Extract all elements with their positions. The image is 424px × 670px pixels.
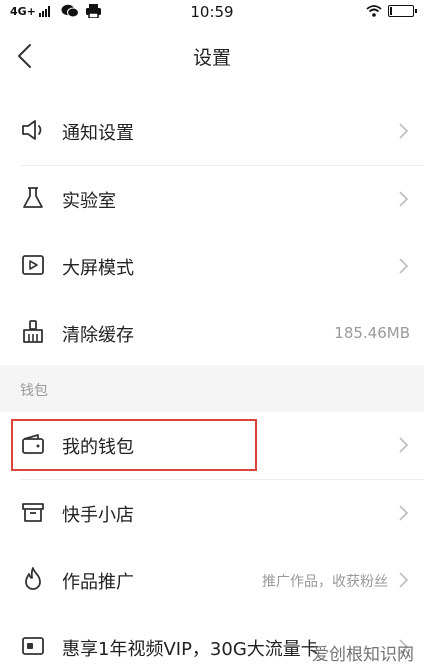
settings-item-notifications[interactable]: 通知设置 bbox=[0, 98, 424, 165]
chevron-right-icon bbox=[399, 437, 409, 453]
play-screen-icon bbox=[22, 255, 44, 275]
chevron-right-icon bbox=[399, 258, 409, 274]
settings-item-label: 作品推广 bbox=[62, 572, 134, 593]
settings-item-lab[interactable]: 实验室 bbox=[0, 166, 424, 233]
chevron-right-icon bbox=[399, 505, 409, 521]
settings-item-label: 实验室 bbox=[62, 191, 116, 212]
page-title: 设置 bbox=[192, 47, 231, 69]
flask-icon bbox=[23, 187, 43, 208]
settings-item-label: 清除缓存 bbox=[62, 325, 134, 346]
settings-item-clear-cache[interactable]: 清除缓存 185.46MB bbox=[0, 300, 424, 367]
card-icon bbox=[22, 637, 44, 655]
chevron-right-icon bbox=[399, 191, 409, 207]
cache-size-value: 185.46MB bbox=[334, 324, 410, 342]
chevron-right-icon bbox=[399, 123, 409, 139]
wallet-icon bbox=[22, 434, 44, 454]
status-bar: 4G+ 10:59 bbox=[0, 0, 424, 24]
settings-item-label: 我的钱包 bbox=[62, 437, 134, 458]
settings-item-large-screen[interactable]: 大屏模式 bbox=[0, 233, 424, 300]
settings-item-label: 通知设置 bbox=[62, 123, 134, 144]
chevron-right-icon bbox=[399, 572, 409, 588]
watermark: 爱创根知识网 bbox=[312, 645, 414, 665]
broom-icon bbox=[23, 320, 43, 343]
wifi-icon bbox=[366, 5, 382, 17]
fire-icon bbox=[25, 567, 41, 590]
promotion-hint: 推广作品，收获粉丝 bbox=[262, 574, 388, 590]
settings-item-store[interactable]: 快手小店 bbox=[0, 480, 424, 547]
clock: 10:59 bbox=[190, 3, 234, 21]
battery-icon bbox=[388, 5, 417, 17]
section-title: 钱包 bbox=[20, 383, 48, 399]
header: 设置 bbox=[0, 24, 424, 86]
settings-item-my-wallet[interactable]: 我的钱包 bbox=[0, 412, 424, 479]
settings-item-label: 惠享1年视频VIP，30G大流量卡 bbox=[62, 639, 319, 660]
settings-item-promotion[interactable]: 作品推广 推广作品，收获粉丝 bbox=[0, 547, 424, 614]
store-icon bbox=[22, 503, 44, 522]
section-header-wallet: 钱包 bbox=[0, 365, 424, 412]
settings-item-label: 大屏模式 bbox=[62, 258, 134, 279]
speaker-icon bbox=[22, 120, 42, 140]
settings-item-label: 快手小店 bbox=[62, 505, 134, 526]
